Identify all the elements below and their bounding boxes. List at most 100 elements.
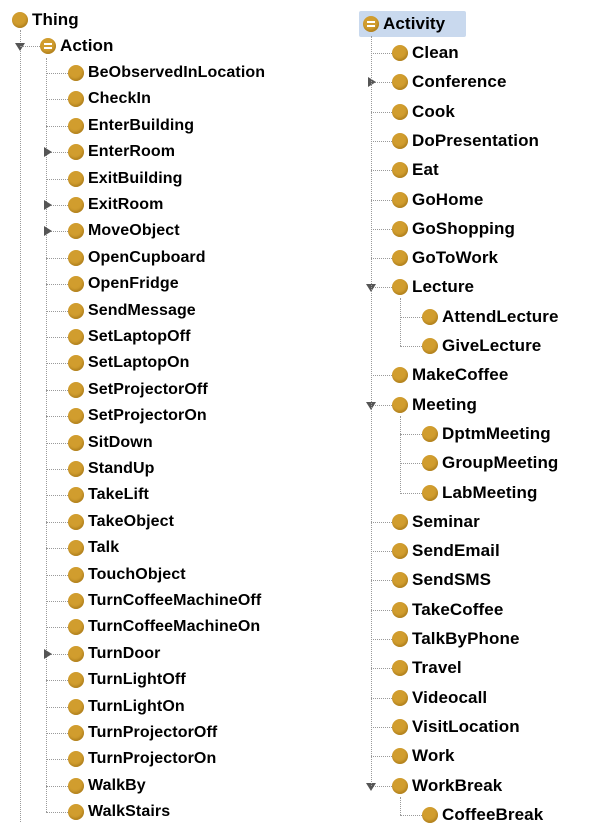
tree-node[interactable]: AttendLecture — [422, 306, 559, 328]
tree-node[interactable]: BeObservedInLocation — [68, 62, 265, 84]
tree-node[interactable]: ExitRoom — [68, 194, 163, 216]
class-icon — [422, 425, 438, 442]
class-icon — [68, 725, 84, 741]
tree-node[interactable]: TurnLightOn — [68, 696, 185, 718]
tree-node[interactable]: TurnProjectorOn — [68, 748, 216, 770]
expand-down-icon[interactable] — [15, 43, 25, 51]
tree-node[interactable]: SetProjectorOn — [68, 405, 207, 427]
tree-node[interactable]: MakeCoffee — [392, 364, 508, 386]
tree-node[interactable]: TakeCoffee — [392, 599, 503, 621]
tree-node[interactable]: VisitLocation — [392, 716, 520, 738]
tree-node[interactable]: SetProjectorOff — [68, 379, 208, 401]
tree-node[interactable]: SendSMS — [392, 569, 491, 591]
tree-node[interactable]: WalkBy — [68, 775, 146, 797]
tree-node[interactable]: SendMessage — [68, 300, 196, 322]
tree-node-label: TurnLightOff — [88, 671, 186, 688]
tree-guide-line — [46, 680, 68, 681]
tree-node-activity[interactable]: Activity — [363, 13, 445, 35]
class-icon — [68, 804, 84, 820]
class-icon — [12, 12, 28, 28]
tree-node-label: GoToWork — [412, 248, 499, 268]
tree-node[interactable]: Cook — [392, 101, 455, 123]
tree-node[interactable]: GoToWork — [392, 247, 498, 269]
tree-node[interactable]: TurnProjectorOff — [68, 722, 217, 744]
tree-node[interactable]: LabMeeting — [422, 482, 537, 504]
tree-node[interactable]: GiveLecture — [422, 335, 541, 357]
expand-right-icon[interactable] — [368, 77, 376, 88]
tree-guide-line — [371, 258, 392, 260]
tree-node[interactable]: TurnLightOff — [68, 669, 186, 691]
tree-node[interactable]: SendEmail — [392, 540, 500, 562]
tree-node[interactable]: CheckIn — [68, 88, 151, 110]
tree-node[interactable]: TakeObject — [68, 511, 174, 533]
tree-node[interactable]: CoffeeBreak — [422, 804, 543, 826]
expand-right-icon[interactable] — [44, 226, 52, 236]
tree-node[interactable]: EnterRoom — [68, 141, 175, 163]
tree-node-label: SitDown — [88, 434, 153, 451]
tree-node[interactable]: EnterBuilding — [68, 115, 194, 137]
tree-node[interactable]: Work — [392, 745, 455, 767]
tree-node-label: TouchObject — [88, 566, 186, 583]
tree-node-label: TurnCoffeeMachineOff — [88, 592, 262, 609]
tree-node[interactable]: ExitBuilding — [68, 168, 183, 190]
tree-node[interactable]: Videocall — [392, 687, 487, 709]
tree-guide-line — [20, 46, 40, 47]
tree-node-label: SetProjectorOn — [88, 407, 207, 424]
tree-node-label: TurnProjectorOff — [88, 724, 218, 741]
tree-node[interactable]: Travel — [392, 657, 462, 679]
tree-node[interactable]: Meeting — [392, 394, 477, 416]
tree-node[interactable]: DptmMeeting — [422, 423, 551, 445]
tree-node[interactable]: TouchObject — [68, 564, 186, 586]
tree-node[interactable]: GoShopping — [392, 218, 515, 240]
tree-node[interactable]: GroupMeeting — [422, 452, 558, 474]
tree-node[interactable]: SetLaptopOn — [68, 352, 190, 374]
tree-node-label: OpenCupboard — [88, 249, 206, 266]
tree-node[interactable]: DoPresentation — [392, 130, 539, 152]
tree-node[interactable]: Clean — [392, 42, 459, 64]
tree-node[interactable]: MoveObject — [68, 220, 180, 242]
tree-guide-line — [400, 814, 422, 816]
tree-node[interactable]: TurnCoffeeMachineOff — [68, 590, 261, 612]
class-hierarchy-tree: Thing Action BeObservedInLocation CheckIn En… — [0, 0, 605, 827]
tree-node[interactable]: TurnCoffeeMachineOn — [68, 616, 260, 638]
expand-right-icon[interactable] — [44, 200, 52, 210]
tree-node[interactable]: Talk — [68, 537, 119, 559]
tree-node[interactable]: TalkByPhone — [392, 628, 520, 650]
tree-node[interactable]: StandUp — [68, 458, 154, 480]
tree-node[interactable]: OpenCupboard — [68, 247, 206, 269]
tree-guide-line — [46, 258, 68, 259]
class-icon — [68, 619, 84, 635]
tree-node[interactable]: TakeLift — [68, 484, 149, 506]
tree-node-label: GoHome — [412, 189, 484, 209]
tree-node[interactable]: OpenFridge — [68, 273, 179, 295]
expand-right-icon[interactable] — [44, 649, 52, 659]
tree-guide-line — [371, 609, 392, 611]
tree-node-root[interactable]: Thing — [12, 9, 79, 31]
tree-node-label: TurnProjectorOn — [88, 750, 217, 767]
tree-node[interactable]: SitDown — [68, 432, 153, 454]
class-icon — [392, 132, 408, 149]
tree-guide-line — [371, 53, 392, 54]
tree-node-label: TalkByPhone — [412, 629, 520, 648]
class-icon — [392, 191, 408, 208]
class-icon — [68, 355, 84, 371]
tree-node[interactable]: Seminar — [392, 511, 480, 533]
tree-node[interactable]: Conference — [392, 71, 507, 93]
tree-node-action[interactable]: Action — [40, 35, 113, 57]
tree-node[interactable]: TurnDoor — [68, 643, 161, 665]
tree-node-label: WalkBy — [88, 777, 146, 794]
tree-node[interactable]: WalkStairs — [68, 801, 170, 823]
tree-guide-line — [371, 639, 392, 640]
class-icon — [68, 461, 84, 477]
tree-node[interactable]: SetLaptopOff — [68, 326, 191, 348]
tree-node[interactable]: WorkBreak — [392, 775, 502, 797]
tree-node-label: Thing — [32, 10, 79, 29]
class-icon — [68, 646, 84, 662]
tree-guide-line — [371, 521, 392, 523]
expand-right-icon[interactable] — [44, 147, 52, 157]
tree-node[interactable]: Eat — [392, 159, 439, 181]
tree-node[interactable]: Lecture — [392, 276, 474, 298]
class-icon — [392, 367, 408, 384]
tree-guide-line — [371, 375, 392, 377]
tree-node[interactable]: GoHome — [392, 189, 483, 211]
